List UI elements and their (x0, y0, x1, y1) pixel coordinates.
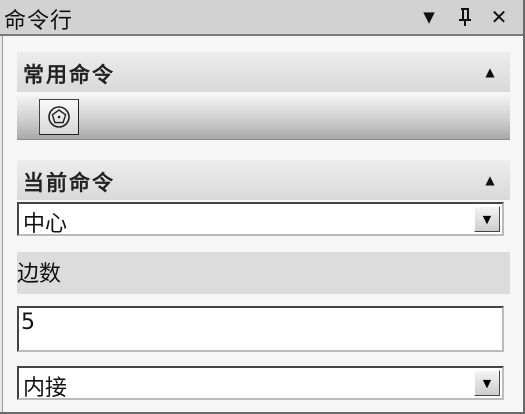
panel-titlebar: 命令行 ▼ ✕ (0, 0, 523, 36)
panel-menu-icon[interactable]: ▼ (416, 2, 442, 32)
collapse-up-icon[interactable]: ▲ (480, 170, 500, 190)
polygon-icon (48, 106, 70, 128)
sides-value: 5 (21, 310, 35, 335)
sides-label: 边数 (17, 262, 62, 287)
polygon-tool-button[interactable] (39, 99, 79, 135)
inscribe-mode-select[interactable]: 内接 ▼ (17, 366, 504, 401)
chevron-down-icon[interactable]: ▼ (474, 206, 500, 232)
sides-label-row: 边数 (17, 252, 510, 294)
command-line-panel: 命令行 ▼ ✕ 常用命令 ▲ 当前命令 ▲ 中心 ▼ 边数 5 内接 ▼ (0, 0, 525, 414)
collapse-up-icon[interactable]: ▲ (480, 62, 500, 82)
pin-glyph (459, 8, 471, 26)
sides-input[interactable]: 5 (17, 306, 504, 352)
panel-title: 命令行 (4, 9, 74, 34)
chevron-down-icon[interactable]: ▼ (474, 370, 500, 396)
current-command-header[interactable]: 当前命令 ▲ (17, 160, 510, 200)
common-commands-toolbar (17, 96, 510, 140)
current-command-title: 当前命令 (23, 171, 115, 195)
center-mode-select[interactable]: 中心 ▼ (17, 202, 504, 237)
common-commands-header[interactable]: 常用命令 ▲ (17, 52, 510, 92)
common-commands-title: 常用命令 (23, 63, 115, 87)
inscribe-mode-value: 内接 (23, 376, 68, 401)
pin-icon[interactable] (452, 2, 478, 32)
center-mode-value: 中心 (23, 212, 68, 237)
panel-content: 常用命令 ▲ 当前命令 ▲ 中心 ▼ 边数 5 内接 ▼ (2, 36, 523, 412)
close-icon[interactable]: ✕ (486, 2, 512, 32)
